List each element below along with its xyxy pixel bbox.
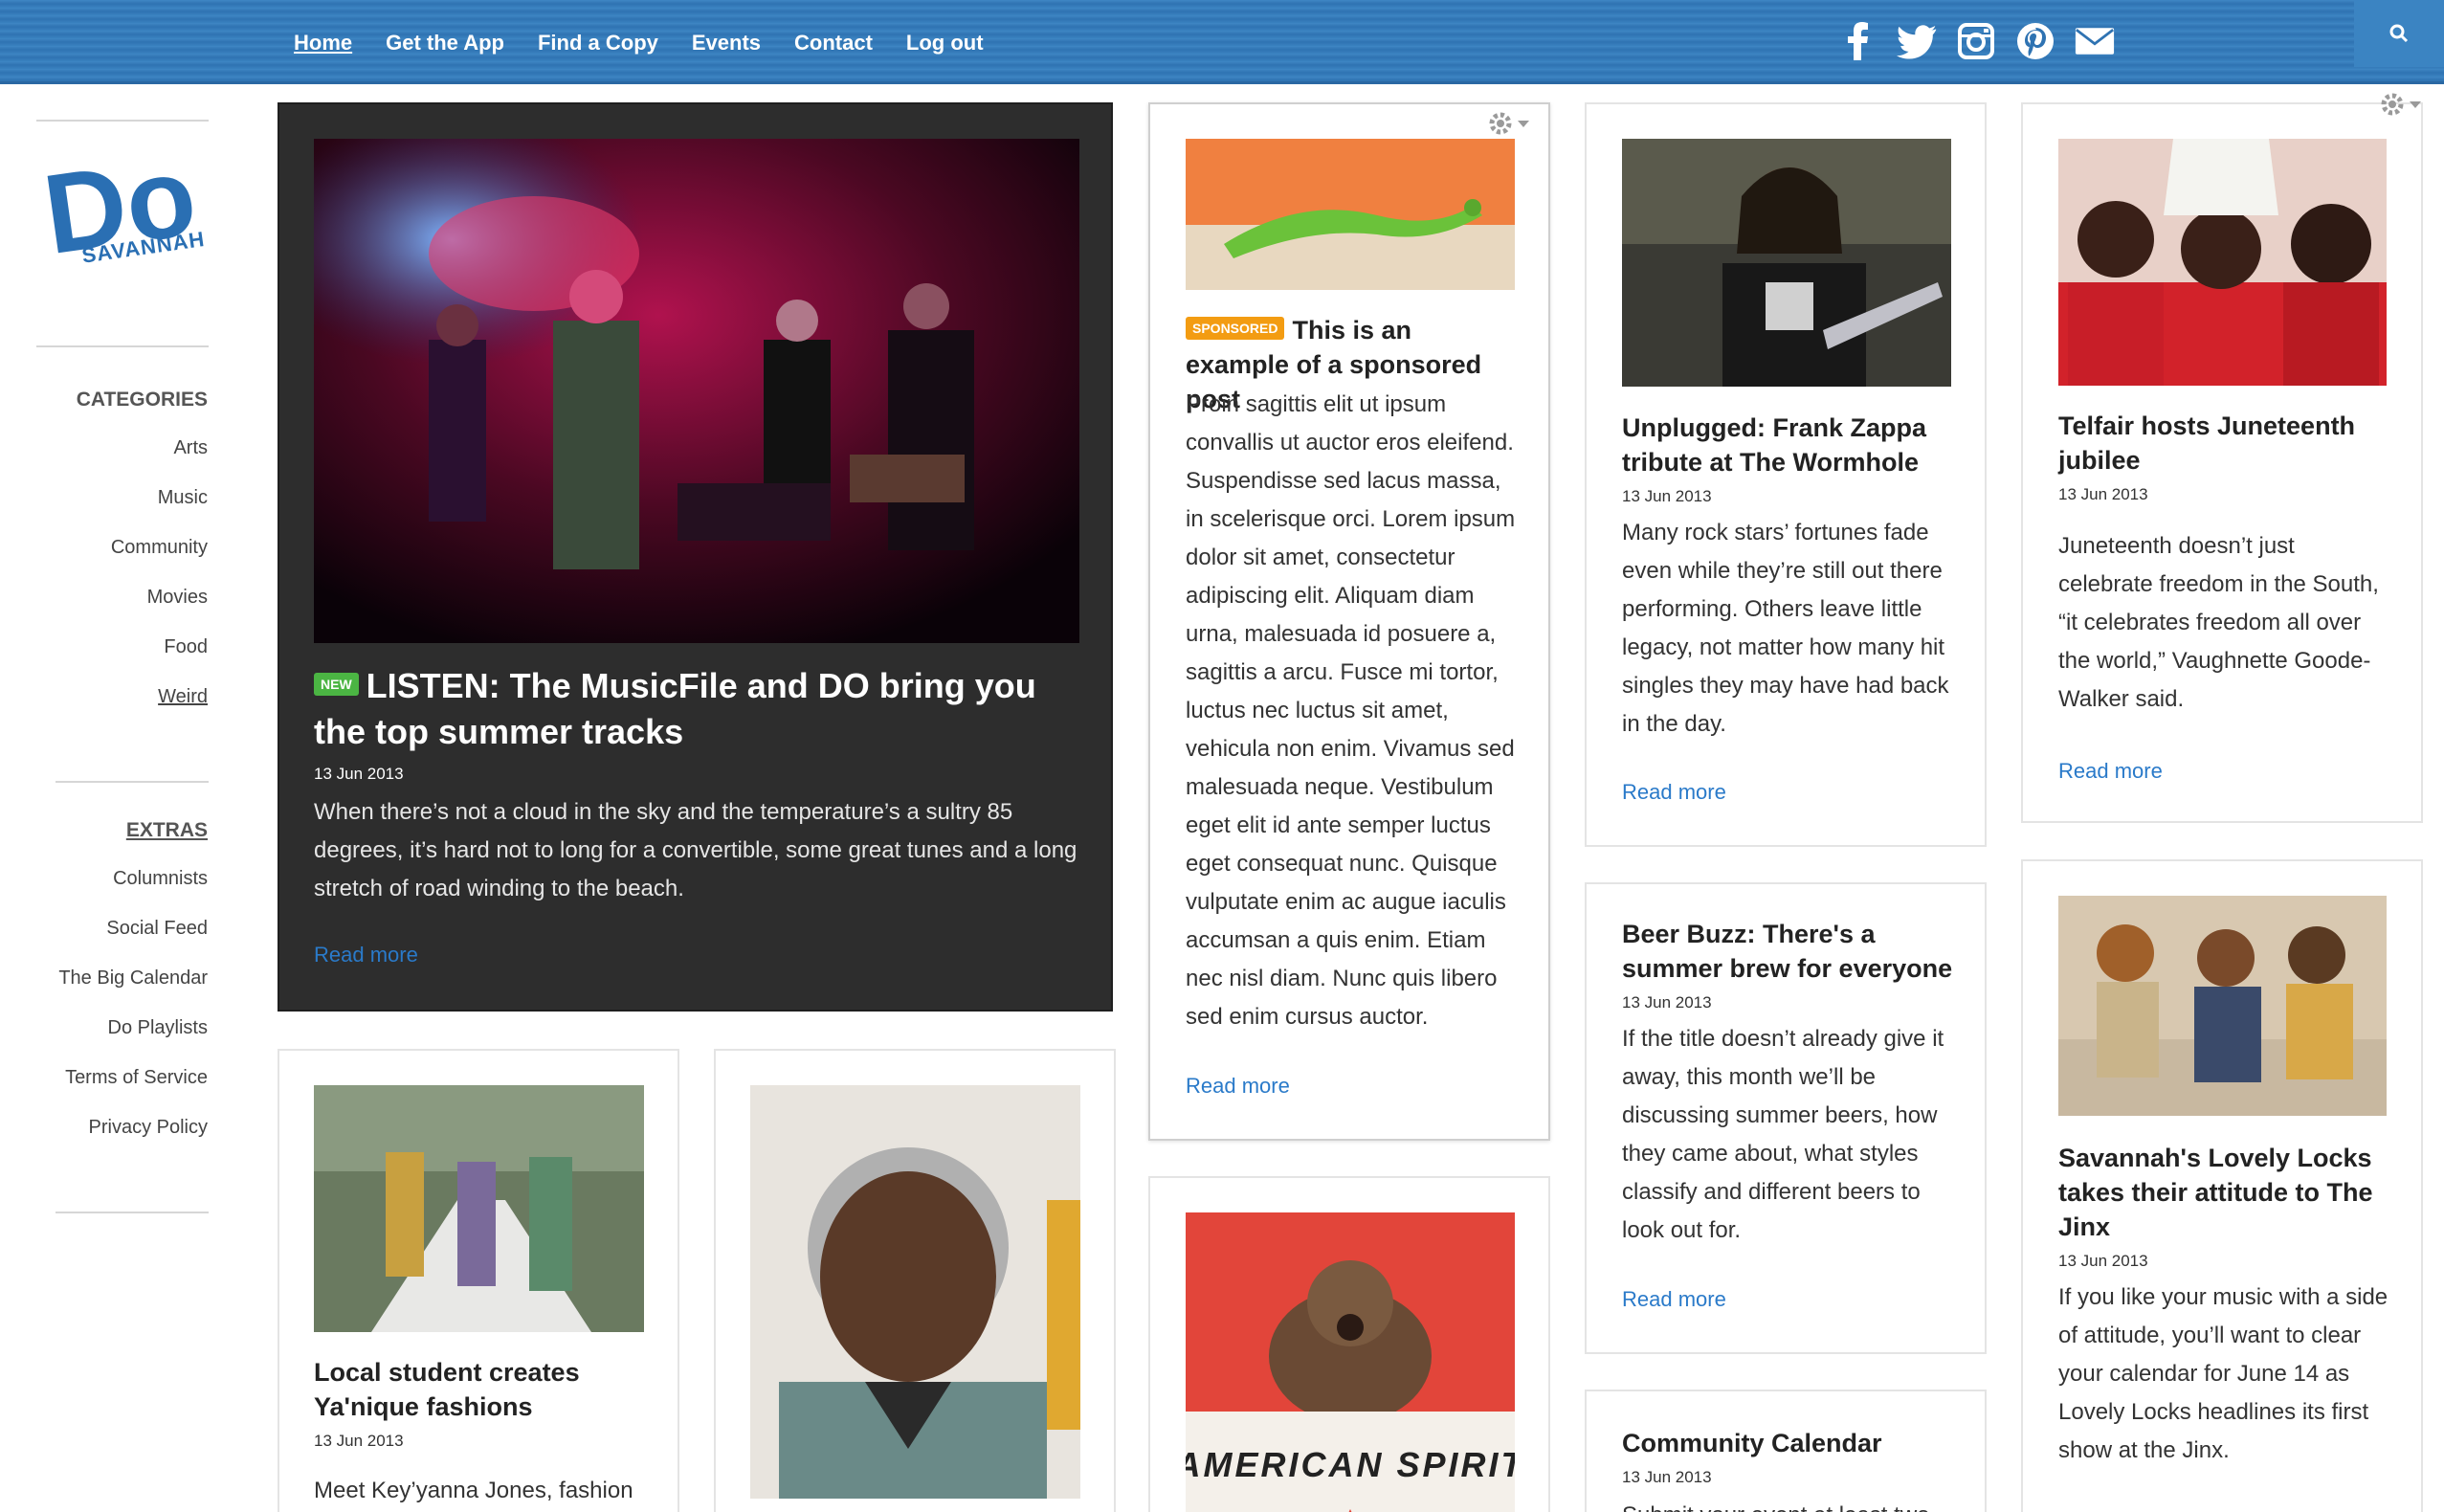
article-card-portrait (714, 1049, 1116, 1512)
nav-get-the-app[interactable]: Get the App (386, 27, 504, 59)
featured-article-date: 13 Jun 2013 (314, 765, 404, 783)
divider (56, 1212, 209, 1213)
twitter-icon[interactable] (1897, 21, 1937, 61)
sponsored-read-more-link[interactable]: Read more (1186, 1074, 1290, 1099)
article-image-zappa[interactable] (1622, 139, 1951, 387)
extras-big-calendar[interactable]: The Big Calendar (58, 967, 208, 989)
divider (36, 345, 209, 347)
extras-columnists[interactable]: Columnists (113, 868, 208, 890)
article-card-telfair: Telfair hosts Juneteenth jubilee 13 Jun … (2021, 93, 2423, 823)
categories-heading: CATEGORIES (76, 389, 208, 411)
american-spirit-poster-text: AMERICAN SPIRIT (1186, 1445, 1515, 1484)
nav-find-a-copy[interactable]: Find a Copy (538, 27, 658, 59)
article-card-zappa: Unplugged: Frank Zappa tribute at The Wo… (1585, 102, 1987, 847)
nav-events[interactable]: Events (692, 27, 761, 59)
featured-article-image[interactable] (314, 139, 1079, 643)
gear-menu-icon[interactable] (1487, 110, 1531, 137)
extras-do-playlists[interactable]: Do Playlists (108, 1017, 208, 1039)
pinterest-icon[interactable] (2015, 21, 2055, 61)
top-nav-bar: Home Get the App Find a Copy Events Cont… (0, 0, 2444, 84)
category-movies[interactable]: Movies (147, 587, 208, 609)
sponsored-post-image[interactable] (1186, 139, 1515, 290)
article-date-fashion: 13 Jun 2013 (314, 1432, 404, 1450)
divider (56, 781, 209, 783)
featured-read-more-link[interactable]: Read more (314, 943, 418, 967)
article-date-telfair: 13 Jun 2013 (2058, 485, 2148, 503)
site-logo[interactable]: Do SAVANNAH (36, 133, 215, 279)
left-sidebar: Do SAVANNAH CATEGORIES Arts Music Commun… (0, 84, 239, 1512)
article-title-telfair[interactable]: Telfair hosts Juneteenth jubilee (2058, 409, 2393, 478)
extras-social-feed[interactable]: Social Feed (106, 918, 208, 940)
article-image-telfair[interactable] (2058, 139, 2387, 386)
article-title-fashion[interactable]: Local student creates Ya'nique fashions (314, 1355, 649, 1424)
category-music[interactable]: Music (158, 487, 208, 509)
sponsored-post-excerpt: Proin sagittis elit ut ipsum convallis u… (1186, 391, 1516, 1030)
article-title-lovely-locks[interactable]: Savannah's Lovely Locks takes their atti… (2058, 1141, 2393, 1244)
article-excerpt-telfair: Juneteenth doesn’t just celebrate freedo… (2058, 533, 2379, 712)
article-card-american-spirit: AMERICAN SPIRIT (1148, 1176, 1550, 1512)
nav-contact[interactable]: Contact (794, 27, 873, 59)
article-title-zappa[interactable]: Unplugged: Frank Zappa tribute at The Wo… (1622, 411, 1957, 479)
gear-menu-icon[interactable] (2379, 91, 2423, 118)
facebook-icon[interactable] (1837, 21, 1877, 61)
category-food[interactable]: Food (164, 636, 208, 658)
article-date-lovely-locks: 13 Jun 2013 (2058, 1252, 2148, 1270)
instagram-icon[interactable] (1956, 21, 1996, 61)
article-card-community-calendar: Community Calendar 13 Jun 2013 Submit yo… (1585, 1390, 1987, 1512)
article-image-portrait[interactable] (750, 1085, 1080, 1499)
featured-article-card: NEW LISTEN: The MusicFile and DO bring yo… (278, 102, 1113, 1012)
article-excerpt-zappa: Many rock stars’ fortunes fade even whil… (1622, 520, 1949, 737)
nav-home[interactable]: Home (294, 27, 352, 59)
nav-log-out[interactable]: Log out (906, 27, 984, 59)
article-card-fashion: Local student creates Ya'nique fashions … (278, 1049, 679, 1512)
article-date-community-calendar: 13 Jun 2013 (1622, 1468, 1712, 1486)
extras-privacy-policy[interactable]: Privacy Policy (89, 1117, 208, 1139)
article-read-more-telfair[interactable]: Read more (2058, 759, 2163, 784)
article-title-community-calendar[interactable]: Community Calendar (1622, 1426, 1957, 1460)
social-links (1837, 21, 2115, 61)
article-excerpt-fashion: Meet Key’yanna Jones, fashion (314, 1478, 633, 1503)
category-community[interactable]: Community (111, 537, 208, 559)
article-read-more-zappa[interactable]: Read more (1622, 780, 1726, 805)
category-weird[interactable]: Weird (158, 686, 208, 708)
sponsored-badge: SPONSORED (1186, 316, 1285, 340)
category-arts[interactable]: Arts (173, 437, 208, 459)
article-excerpt-beer: If the title doesn’t already give it awa… (1622, 1026, 1944, 1243)
search-icon (2389, 24, 2409, 43)
main-nav: Home Get the App Find a Copy Events Cont… (294, 27, 1017, 59)
search-button[interactable] (2354, 0, 2444, 67)
sponsored-post-card: SPONSORED This is an example of a sponsor… (1148, 102, 1550, 1141)
extras-heading[interactable]: EXTRAS (126, 819, 208, 842)
article-image-american-spirit[interactable]: AMERICAN SPIRIT (1186, 1212, 1515, 1512)
featured-title-text: LISTEN: The MusicFile and DO bring you t… (314, 666, 1036, 751)
article-date-beer: 13 Jun 2013 (1622, 993, 1712, 1012)
new-badge: NEW (314, 673, 359, 697)
article-excerpt-community-calendar: Submit your event at least two (1622, 1497, 1957, 1512)
extras-terms-of-service[interactable]: Terms of Service (65, 1067, 208, 1089)
article-image-fashion[interactable] (314, 1085, 644, 1332)
article-title-beer[interactable]: Beer Buzz: There's a summer brew for eve… (1622, 917, 1957, 986)
article-date-zappa: 13 Jun 2013 (1622, 487, 1712, 505)
article-card-beer: Beer Buzz: There's a summer brew for eve… (1585, 882, 1987, 1354)
featured-article-excerpt: When there’s not a cloud in the sky and … (314, 799, 1078, 901)
article-image-lovely-locks[interactable] (2058, 896, 2387, 1116)
divider (36, 120, 209, 122)
article-read-more-beer[interactable]: Read more (1622, 1287, 1726, 1312)
article-excerpt-lovely-locks: If you like your music with a side of at… (2058, 1284, 2388, 1463)
featured-article-title[interactable]: NEW LISTEN: The MusicFile and DO bring yo… (314, 663, 1070, 755)
email-icon[interactable] (2075, 21, 2115, 61)
article-card-lovely-locks: Savannah's Lovely Locks takes their atti… (2021, 859, 2423, 1512)
